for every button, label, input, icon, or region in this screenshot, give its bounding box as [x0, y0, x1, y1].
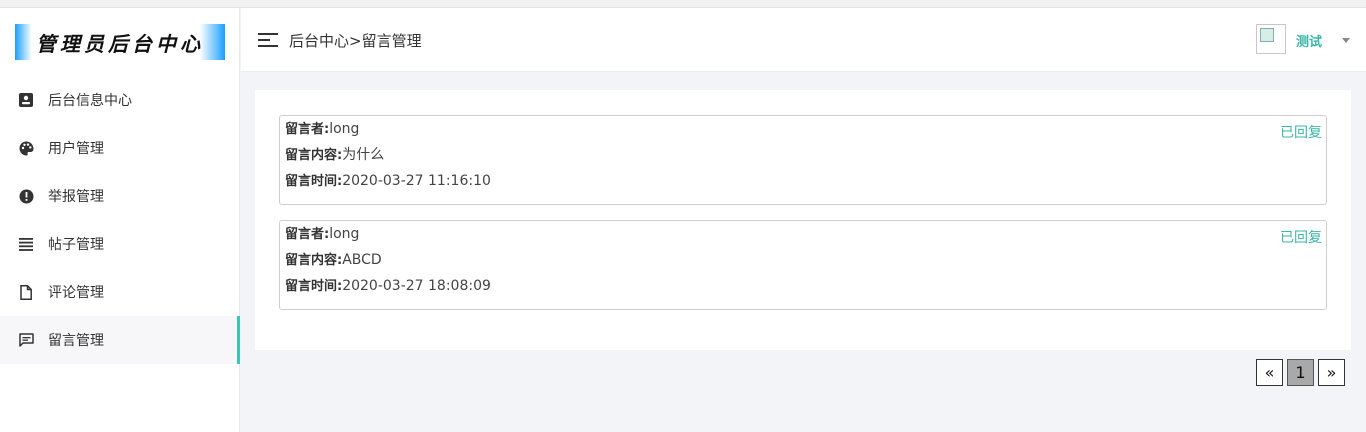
page-1-button[interactable]: 1 [1287, 359, 1314, 386]
author-value: long [329, 121, 360, 137]
sidebar-item-label: 评论管理 [48, 285, 104, 301]
message-card: 留言者:long 留言内容:ABCD 留言时间:2020-03-27 18:08… [279, 220, 1327, 310]
logo-text: 管理员后台中心 [36, 31, 204, 56]
message-content-row: 留言内容:为什么 [285, 148, 1321, 174]
sidebar-item-label: 帖子管理 [48, 237, 104, 253]
message-icon [18, 332, 34, 348]
message-author-row: 留言者:long [285, 227, 1321, 253]
browser-top-strip [0, 0, 1366, 8]
message-author-row: 留言者:long [285, 122, 1321, 148]
avatar[interactable] [1256, 24, 1286, 54]
reply-status-link[interactable]: 已回复 [1280, 122, 1322, 142]
reply-status-link[interactable]: 已回复 [1280, 227, 1322, 247]
sidebar-item-posts[interactable]: 帖子管理 [0, 220, 240, 268]
sidebar-item-comments[interactable]: 评论管理 [0, 268, 240, 316]
sidebar-item-users[interactable]: 用户管理 [0, 124, 240, 172]
sidebar-item-reports[interactable]: 举报管理 [0, 172, 240, 220]
chevron-down-icon[interactable] [1342, 38, 1350, 43]
palette-icon [18, 140, 34, 156]
time-label: 留言时间: [285, 174, 343, 189]
sidebar: 管理员后台中心 后台信息中心 用户管理 举报管理 帖子管理 评论管理 留言管理 [0, 8, 240, 432]
prev-page-button[interactable]: « [1256, 359, 1283, 386]
content-label: 留言内容: [285, 148, 343, 163]
sidebar-item-label: 后台信息中心 [48, 93, 132, 109]
author-label: 留言者: [285, 227, 330, 242]
top-header: 后台中心>留言管理 测试 [241, 8, 1366, 72]
content-value: 为什么 [342, 147, 385, 163]
message-time-row: 留言时间:2020-03-27 18:08:09 [285, 279, 1321, 305]
sidebar-item-label: 用户管理 [48, 141, 104, 157]
author-value: long [329, 226, 360, 242]
sidebar-item-label: 留言管理 [48, 333, 104, 349]
menu-toggle-icon[interactable] [258, 32, 278, 48]
file-icon [18, 284, 34, 300]
message-panel: 留言者:long 留言内容:为什么 留言时间:2020-03-27 11:16:… [255, 90, 1351, 350]
content-label: 留言内容: [285, 253, 343, 268]
message-time-row: 留言时间:2020-03-27 11:16:10 [285, 174, 1321, 200]
logo: 管理员后台中心 [15, 24, 225, 60]
sidebar-item-messages[interactable]: 留言管理 [0, 316, 240, 364]
sidebar-item-label: 举报管理 [48, 189, 104, 205]
message-card: 留言者:long 留言内容:为什么 留言时间:2020-03-27 11:16:… [279, 115, 1327, 205]
sidebar-menu: 后台信息中心 用户管理 举报管理 帖子管理 评论管理 留言管理 [0, 76, 240, 364]
next-page-button[interactable]: » [1318, 359, 1345, 386]
time-value: 2020-03-27 11:16:10 [342, 173, 491, 189]
content-value: ABCD [342, 252, 382, 268]
list-icon [18, 236, 34, 252]
author-label: 留言者: [285, 122, 330, 137]
user-name[interactable]: 测试 [1296, 31, 1322, 50]
message-content-row: 留言内容:ABCD [285, 253, 1321, 279]
sidebar-item-info-center[interactable]: 后台信息中心 [0, 76, 240, 124]
pagination: « 1 » [1256, 359, 1349, 386]
breadcrumb: 后台中心>留言管理 [289, 32, 422, 50]
time-value: 2020-03-27 18:08:09 [342, 278, 491, 294]
alert-circle-icon [18, 188, 34, 204]
id-card-icon [18, 92, 34, 108]
time-label: 留言时间: [285, 279, 343, 294]
